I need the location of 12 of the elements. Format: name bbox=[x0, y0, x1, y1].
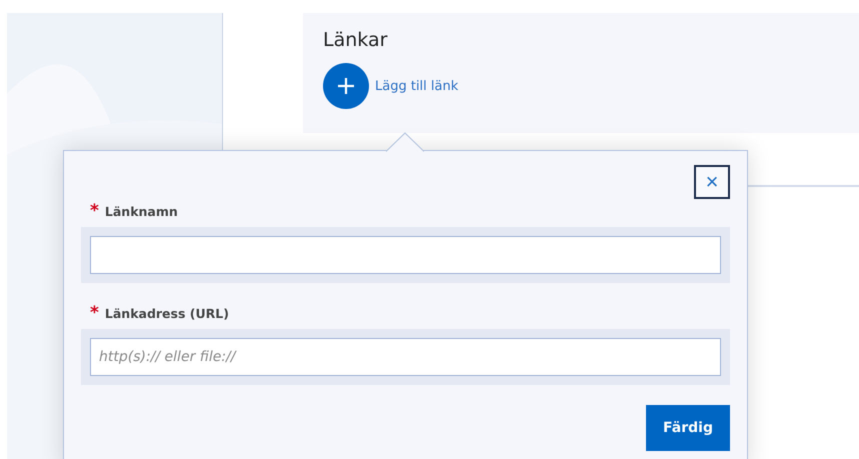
input-field[interactable] bbox=[90, 236, 721, 274]
required-mark: * bbox=[90, 303, 99, 323]
field-label: Länkadress (URL) bbox=[104, 306, 229, 320]
plus-icon bbox=[337, 77, 355, 95]
input-field[interactable]: http(s):// eller file:// bbox=[90, 338, 721, 376]
required-mark: * bbox=[90, 201, 99, 221]
close-button[interactable]: × bbox=[694, 165, 730, 199]
add-button[interactable] bbox=[323, 63, 369, 109]
done-button[interactable]: Färdig bbox=[646, 405, 730, 451]
add-link[interactable]: Lägg till länk bbox=[375, 78, 458, 94]
card-title: Länkar bbox=[323, 29, 388, 51]
field-label: Länknamn bbox=[104, 204, 178, 218]
